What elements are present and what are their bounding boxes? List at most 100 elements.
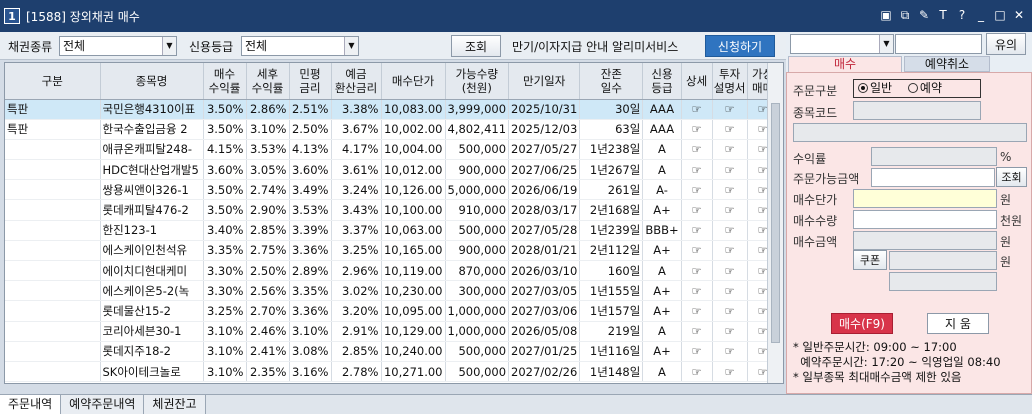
bond-name-cell[interactable]: 롯데캐피탈476-2	[100, 199, 204, 221]
bond-name-cell[interactable]: 한국수출입금융 2	[100, 119, 204, 140]
detail-icon[interactable]: ☞	[681, 99, 713, 120]
detail-icon[interactable]: ☞	[681, 240, 713, 262]
table-row[interactable]: 롯데지주18-2 3.10% 2.41% 3.08% 2.85% 10,240.00 500…	[5, 341, 779, 362]
detail-icon[interactable]: ☞	[681, 159, 713, 181]
prospectus-icon[interactable]: ☞	[712, 139, 748, 161]
search-button[interactable]: 조회	[451, 35, 501, 57]
detail-icon[interactable]: ☞	[681, 179, 713, 201]
pin-icon[interactable]: ✎	[917, 8, 931, 22]
detail-icon[interactable]: ☞	[681, 361, 713, 383]
prospectus-icon[interactable]: ☞	[712, 99, 748, 120]
prospectus-icon[interactable]: ☞	[712, 220, 748, 241]
vertical-scrollbar[interactable]	[767, 63, 783, 383]
qty-input[interactable]	[853, 210, 997, 229]
column-header[interactable]: 구분	[5, 63, 101, 100]
column-header[interactable]: 가능수량 (천원)	[445, 63, 510, 100]
tab-cancel-reservation[interactable]: 예약취소	[904, 56, 990, 72]
column-header[interactable]: 종목명	[100, 63, 204, 100]
close-icon[interactable]: ✕	[1012, 8, 1026, 22]
bond-name-cell[interactable]: 한진123-1	[100, 220, 204, 241]
price-input[interactable]	[853, 189, 997, 208]
password-input[interactable]	[895, 34, 982, 54]
account-select[interactable]: ▼	[790, 34, 894, 54]
bond-name-cell[interactable]: 쌍용씨앤이326-1	[100, 179, 204, 201]
layout-icon[interactable]: ▣	[879, 8, 893, 22]
chevron-down-icon[interactable]: ▼	[879, 35, 893, 53]
tab-reserved-orders[interactable]: 예약주문내역	[61, 395, 145, 414]
font-icon[interactable]: T	[936, 8, 950, 22]
prospectus-icon[interactable]: ☞	[712, 341, 748, 362]
detail-icon[interactable]: ☞	[681, 260, 713, 282]
table-row[interactable]: 코리아세븐30-1 3.10% 2.46% 3.10% 2.91% 10,129.00 1,…	[5, 321, 779, 342]
tab-buy[interactable]: 매수	[788, 56, 902, 72]
prospectus-icon[interactable]: ☞	[712, 361, 748, 383]
bond-name-cell[interactable]: 에이치디현대케미	[100, 260, 204, 282]
column-header[interactable]: 신용 등급	[642, 63, 682, 100]
table-row[interactable]: 롯데캐피탈476-2 3.50% 2.90% 3.53% 3.43% 10,100.00 9…	[5, 199, 779, 221]
prospectus-icon[interactable]: ☞	[712, 280, 748, 302]
prospectus-icon[interactable]: ☞	[712, 199, 748, 221]
clear-button[interactable]: 지 움	[927, 313, 989, 334]
chevron-down-icon[interactable]: ▼	[344, 37, 358, 55]
code-field[interactable]	[853, 101, 981, 120]
column-header[interactable]: 매수단가	[381, 63, 446, 100]
table-row[interactable]: 애큐온캐피탈248- 4.15% 3.53% 4.13% 4.17% 10,004.00 5…	[5, 139, 779, 161]
help-icon[interactable]: ?	[955, 8, 969, 22]
column-header[interactable]: 세후 수익률	[246, 63, 290, 100]
copy-window-icon[interactable]: ⧉	[898, 8, 912, 22]
column-header[interactable]: 상세	[681, 63, 713, 100]
prospectus-icon[interactable]: ☞	[712, 159, 748, 181]
grade-select[interactable]: 전체 ▼	[241, 36, 359, 56]
column-header[interactable]: 만기일자	[508, 63, 581, 100]
minimize-icon[interactable]: _	[974, 8, 988, 22]
table-row[interactable]: HDC현대산업개발5 3.60% 3.05% 3.60% 3.61% 10,012.00 9…	[5, 159, 779, 181]
table-row[interactable]: 한진123-1 3.40% 2.85% 3.39% 3.37% 10,063.00 500,…	[5, 220, 779, 241]
notice-button[interactable]: 유의	[986, 33, 1026, 55]
apply-button[interactable]: 신청하기	[705, 35, 775, 57]
column-header[interactable]: 민평 금리	[289, 63, 332, 100]
available-check-button[interactable]: 조회	[996, 167, 1027, 187]
detail-icon[interactable]: ☞	[681, 321, 713, 342]
bond-name-cell[interactable]: 롯데지주18-2	[100, 341, 204, 362]
table-row[interactable]: 롯데물산15-2 3.25% 2.70% 3.36% 3.20% 10,095.00 1,0…	[5, 300, 779, 322]
maximize-icon[interactable]: □	[993, 8, 1007, 22]
table-row[interactable]: 특판 국민은행4310이표 3.50% 2.86% 2.51% 3.38% 10,083.0…	[5, 99, 779, 120]
column-header[interactable]: 예금 환산금리	[331, 63, 382, 100]
table-row[interactable]: 에스케이인천석유 3.35% 2.75% 3.36% 3.25% 10,165.00 900…	[5, 240, 779, 262]
bond-name-cell[interactable]: 에스케이온5-2(녹	[100, 280, 204, 302]
table-row[interactable]: SK아이테크놀로 3.10% 2.35% 3.16% 2.78% 10,271.00 500…	[5, 361, 779, 383]
prospectus-icon[interactable]: ☞	[712, 321, 748, 342]
coupon-button[interactable]: 쿠폰	[853, 250, 887, 270]
bond-name-cell[interactable]: 국민은행4310이표	[100, 99, 204, 120]
table-row[interactable]: 에스케이온5-2(녹 3.30% 2.56% 3.35% 3.02% 10,230.00 3…	[5, 280, 779, 302]
bond-name-cell[interactable]: 코리아세븐30-1	[100, 321, 204, 342]
detail-icon[interactable]: ☞	[681, 220, 713, 241]
detail-icon[interactable]: ☞	[681, 139, 713, 161]
column-header[interactable]: 투자 설명서	[712, 63, 748, 100]
buy-button[interactable]: 매수(F9)	[831, 313, 893, 334]
table-row[interactable]: 특판 한국수출입금융 2 3.50% 3.10% 2.50% 3.67% 10,002.00…	[5, 119, 779, 140]
column-header[interactable]: 잔존 일수	[579, 63, 644, 100]
detail-icon[interactable]: ☞	[681, 119, 713, 140]
bond-name-cell[interactable]: SK아이테크놀로	[100, 361, 204, 383]
chevron-down-icon[interactable]: ▼	[162, 37, 176, 55]
scroll-thumb[interactable]	[771, 103, 780, 343]
bond-name-cell[interactable]: 애큐온캐피탈248-	[100, 139, 204, 161]
bond-name-cell[interactable]: 에스케이인천석유	[100, 240, 204, 262]
bond-name-cell[interactable]: HDC현대산업개발5	[100, 159, 204, 181]
bond-type-select[interactable]: 전체 ▼	[59, 36, 177, 56]
prospectus-icon[interactable]: ☞	[712, 240, 748, 262]
prospectus-icon[interactable]: ☞	[712, 119, 748, 140]
radio-normal[interactable]: 일반	[858, 81, 892, 95]
prospectus-icon[interactable]: ☞	[712, 179, 748, 201]
table-row[interactable]: 쌍용씨앤이326-1 3.50% 2.74% 3.49% 3.24% 10,126.00 5…	[5, 179, 779, 201]
prospectus-icon[interactable]: ☞	[712, 260, 748, 282]
bond-name-cell[interactable]: 롯데물산15-2	[100, 300, 204, 322]
tab-order-history[interactable]: 주문내역	[0, 395, 62, 414]
column-header[interactable]: 매수 수익률	[203, 63, 247, 100]
table-row[interactable]: 에이치디현대케미 3.30% 2.50% 2.89% 2.96% 10,119.00 870…	[5, 260, 779, 282]
prospectus-icon[interactable]: ☞	[712, 300, 748, 322]
detail-icon[interactable]: ☞	[681, 341, 713, 362]
radio-reserved[interactable]: 예약	[907, 81, 942, 95]
detail-icon[interactable]: ☞	[681, 300, 713, 322]
